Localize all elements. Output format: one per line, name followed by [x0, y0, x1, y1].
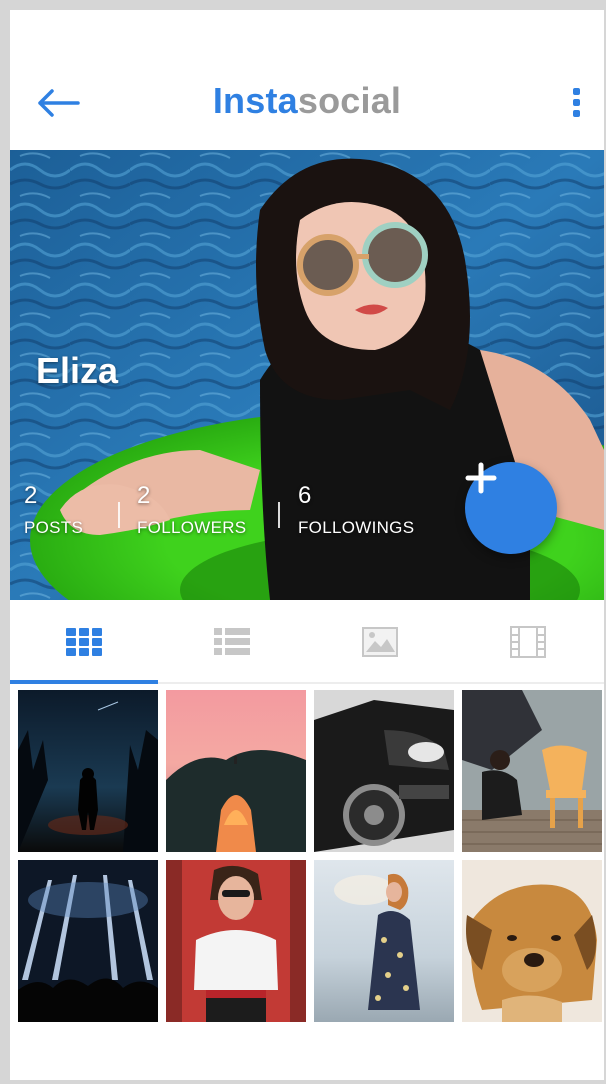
app-title-part1: Insta: [212, 80, 298, 121]
photo-man-orange-chair[interactable]: [462, 690, 602, 852]
stat-followings-value: 6: [298, 482, 312, 509]
photo-silhouette-night[interactable]: [18, 690, 158, 852]
tab-photos[interactable]: [306, 600, 454, 684]
stat-divider: [278, 502, 280, 528]
photo-woman-floral-dress[interactable]: [314, 860, 454, 1022]
stat-posts-label: POSTS: [24, 518, 84, 537]
stat-posts-value: 2: [24, 482, 38, 509]
photo-concert-lights[interactable]: [18, 860, 158, 1022]
stat-posts[interactable]: 2 POSTS: [24, 484, 83, 538]
profile-name: Eliza: [36, 350, 119, 391]
image-icon: [362, 627, 398, 657]
app-title-part2: social: [297, 80, 402, 121]
list-icon: [214, 628, 250, 655]
stat-divider: [118, 502, 120, 528]
profile-cover: Eliza 2 POSTS 2 FOLLOWERS 6 FOLLOWINGS: [10, 150, 604, 600]
more-menu-button[interactable]: [570, 88, 582, 120]
stat-followers[interactable]: 2 FOLLOWERS: [137, 484, 246, 538]
tabs-divider: [158, 682, 604, 684]
photo-rock-arch-sunset[interactable]: [166, 690, 306, 852]
photo-puppy[interactable]: [462, 860, 602, 1022]
stat-followers-label: FOLLOWERS: [137, 518, 247, 537]
stat-followers-value: 2: [137, 482, 151, 509]
film-icon: [510, 626, 546, 658]
grid-icon: [66, 628, 102, 656]
stat-followings-label: FOLLOWINGS: [298, 518, 415, 537]
add-post-button[interactable]: [465, 462, 557, 554]
active-tab-indicator: [10, 680, 158, 684]
tab-list[interactable]: [158, 600, 306, 684]
photo-black-car[interactable]: [314, 690, 454, 852]
profile-tabs: [10, 600, 604, 684]
plus-icon: [465, 462, 497, 494]
photo-woman-white-tshirt[interactable]: [166, 860, 306, 1022]
app-title: Instasocial: [10, 80, 604, 122]
stat-followings[interactable]: 6 FOLLOWINGS: [298, 484, 414, 538]
app-frame: Instasocial Eliza 2 POSTS 2 FOLLOWERS 6 …: [0, 0, 606, 1084]
more-vertical-icon: [570, 88, 582, 117]
tab-videos[interactable]: [454, 600, 602, 684]
top-app-bar: Instasocial: [10, 10, 604, 150]
tab-grid[interactable]: [10, 600, 158, 684]
